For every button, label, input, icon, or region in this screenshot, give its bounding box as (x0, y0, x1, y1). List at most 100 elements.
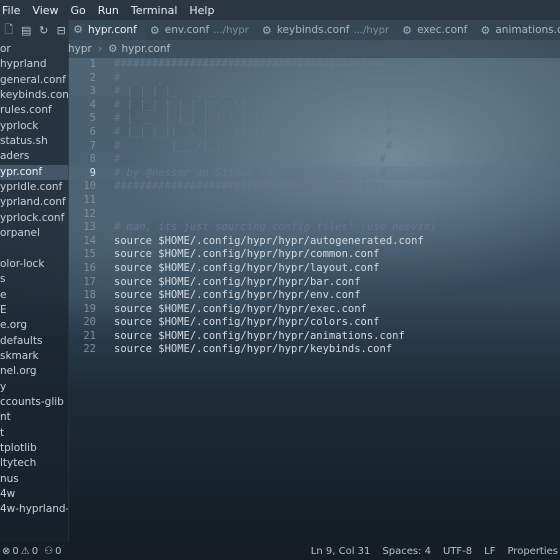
new-file-icon[interactable]: 🗋 (2, 21, 16, 40)
file-tree-item[interactable]: y (0, 380, 68, 395)
end-of-line[interactable]: LF (484, 546, 495, 557)
file-tree-item[interactable]: status.sh (0, 134, 68, 149)
new-folder-icon[interactable]: ▤ (20, 24, 34, 37)
code-line[interactable]: 22 source $HOME/.config/hypr/hypr/keybind… (68, 343, 560, 357)
chevron-right-icon: › (97, 43, 103, 55)
file-tree-item[interactable]: 4w (0, 487, 68, 502)
line-text: source $HOME/.config/hypr/hypr/keybinds.… (114, 343, 393, 356)
ports-indicator[interactable]: ⚇ 0 (44, 546, 61, 557)
file-tree-item[interactable]: yprlock.conf (0, 211, 68, 226)
code-line[interactable]: 17 source $HOME/.config/hypr/hypr/bar.con… (68, 276, 560, 290)
tab-label: env.conf (164, 24, 210, 36)
file-tree-item[interactable]: nus (0, 472, 68, 487)
warning-icon: ⚠ (20, 545, 30, 557)
file-tree-item[interactable]: rules.conf (0, 103, 68, 118)
line-number: 21 (83, 329, 96, 342)
file-tree-item[interactable]: general.conf (0, 73, 68, 88)
line-number: 9 (89, 166, 96, 179)
line-text: # |_| |_|\__, | .__/|_| # (114, 125, 393, 138)
file-tree-item[interactable]: yprland.conf (0, 195, 68, 210)
problems-indicator[interactable]: ⊗ 0 ⚠ 0 (2, 546, 38, 557)
menu-help[interactable]: Help (183, 4, 220, 17)
code-line[interactable]: 12 (68, 208, 560, 222)
code-editor[interactable]: 1 #######################################… (68, 58, 560, 542)
file-tree-item[interactable]: E (0, 303, 68, 318)
code-line[interactable]: 20 source $HOME/.config/hypr/hypr/colors.… (68, 316, 560, 330)
tab-1[interactable]: ⚙ env.conf .../hypr (145, 20, 257, 40)
line-number: 1 (89, 58, 96, 70)
file-tree-item[interactable]: tplotlib (0, 441, 68, 456)
file-tree-item[interactable]: hyprland (0, 57, 68, 72)
tab-4[interactable]: ⚙ animations.conf (475, 20, 560, 40)
tab-3[interactable]: ⚙ exec.conf (397, 20, 475, 40)
code-line[interactable]: 19 source $HOME/.config/hypr/hypr/exec.co… (68, 303, 560, 317)
file-tree-item[interactable]: t (0, 426, 68, 441)
menu-terminal[interactable]: Terminal (125, 4, 184, 17)
file-tree-item[interactable] (0, 241, 68, 256)
breadcrumb-folder[interactable]: hypr (68, 43, 92, 55)
tab-2[interactable]: ⚙ keybinds.conf .../hypr (257, 20, 397, 40)
menu-file[interactable]: File (0, 4, 26, 17)
code-line[interactable]: 11 (68, 194, 560, 208)
file-tree-item[interactable]: olor-lock (0, 257, 68, 272)
error-icon: ⊗ (2, 545, 11, 557)
tab-label: exec.conf (417, 24, 468, 36)
file-tree-item[interactable]: nt (0, 410, 68, 425)
cursor-position[interactable]: Ln 9, Col 31 (311, 546, 371, 557)
file-tree-item[interactable]: 4w-hyprland-s... (0, 502, 68, 517)
tab-path-hint: .../hypr (353, 24, 390, 36)
file-tree-item[interactable]: aders (0, 149, 68, 164)
line-number: 2 (89, 71, 96, 84)
breadcrumb-file[interactable]: hypr.conf (121, 43, 170, 55)
file-tree-item[interactable]: s (0, 272, 68, 287)
file-tree-item[interactable]: nel.org (0, 364, 68, 379)
editor-window: File View Go Run Terminal Help 🗋 ▤ ↻ ⊟ o… (0, 0, 560, 560)
code-line[interactable]: 15 source $HOME/.config/hypr/hypr/common.… (68, 248, 560, 262)
code-line[interactable]: 5 # | _ | |_| | |_) | | # (68, 112, 560, 126)
file-tree-item[interactable]: ccounts-glib (0, 395, 68, 410)
file-tree-item[interactable]: yprlock (0, 119, 68, 134)
code-line[interactable]: 14 source $HOME/.config/hypr/hypr/autogen… (68, 235, 560, 249)
language-mode[interactable]: Properties (507, 546, 558, 557)
file-tree-item[interactable]: or (0, 42, 68, 57)
code-line[interactable]: 8 # # (68, 153, 560, 167)
file-tree-item[interactable]: keybinds.conf (0, 88, 68, 103)
line-number: 3 (89, 85, 96, 98)
code-line[interactable]: 1 #######################################… (68, 58, 560, 72)
code-line[interactable]: 3 # | | | |_ _ _ __ _ __ # (68, 85, 560, 99)
breadcrumb: hypr › ⚙ hypr.conf (68, 40, 560, 58)
refresh-icon[interactable]: ↻ (37, 24, 51, 37)
file-tree-item[interactable]: e.org (0, 318, 68, 333)
code-line[interactable]: 16 source $HOME/.config/hypr/hypr/layout.… (68, 262, 560, 276)
line-text: source $HOME/.config/hypr/hypr/animation… (114, 329, 405, 342)
indentation-setting[interactable]: Spaces: 4 (382, 546, 431, 557)
code-line[interactable]: 6 # |_| |_|\__, | .__/|_| # (68, 126, 560, 140)
code-line[interactable]: 9 # by @nessmr on GitHub (2025) # (68, 166, 560, 181)
code-line[interactable]: 4 # | |_| | | | | '_ \| '__| # (68, 99, 560, 113)
line-text: ########################################… (114, 58, 386, 70)
code-line[interactable]: 10 ######################################… (68, 180, 560, 194)
code-line[interactable]: 13 # man, its just sourcing config files!… (68, 221, 560, 235)
file-tree-item[interactable]: e (0, 288, 68, 303)
tab-0[interactable]: ⚙ hypr.conf (68, 20, 145, 40)
code-line[interactable]: 7 # |___/|_| # (68, 140, 560, 154)
file-tree-item[interactable]: orpanel (0, 226, 68, 241)
collapse-all-icon[interactable]: ⊟ (55, 24, 69, 37)
file-tree-item[interactable]: skmark (0, 349, 68, 364)
line-number: 20 (83, 316, 96, 329)
file-tree-item[interactable]: yprIdle.conf (0, 180, 68, 195)
file-tree-item[interactable]: ltytech (0, 456, 68, 471)
line-text: source $HOME/.config/hypr/hypr/env.conf (114, 289, 361, 302)
menu-bar: File View Go Run Terminal Help (0, 0, 560, 20)
code-line[interactable]: 21 source $HOME/.config/hypr/hypr/animati… (68, 330, 560, 344)
menu-go[interactable]: Go (65, 4, 92, 17)
file-tree-item[interactable]: ypr.conf (0, 164, 68, 181)
line-number: 6 (89, 125, 96, 138)
settings-file-icon: ⚙ (108, 43, 118, 55)
file-tree-item[interactable]: defaults (0, 334, 68, 349)
code-line[interactable]: 18 source $HOME/.config/hypr/hypr/env.con… (68, 289, 560, 303)
menu-view[interactable]: View (26, 4, 64, 17)
code-line[interactable]: 2 # _ _ # (68, 72, 560, 86)
menu-run[interactable]: Run (92, 4, 125, 17)
file-encoding[interactable]: UTF-8 (443, 546, 472, 557)
